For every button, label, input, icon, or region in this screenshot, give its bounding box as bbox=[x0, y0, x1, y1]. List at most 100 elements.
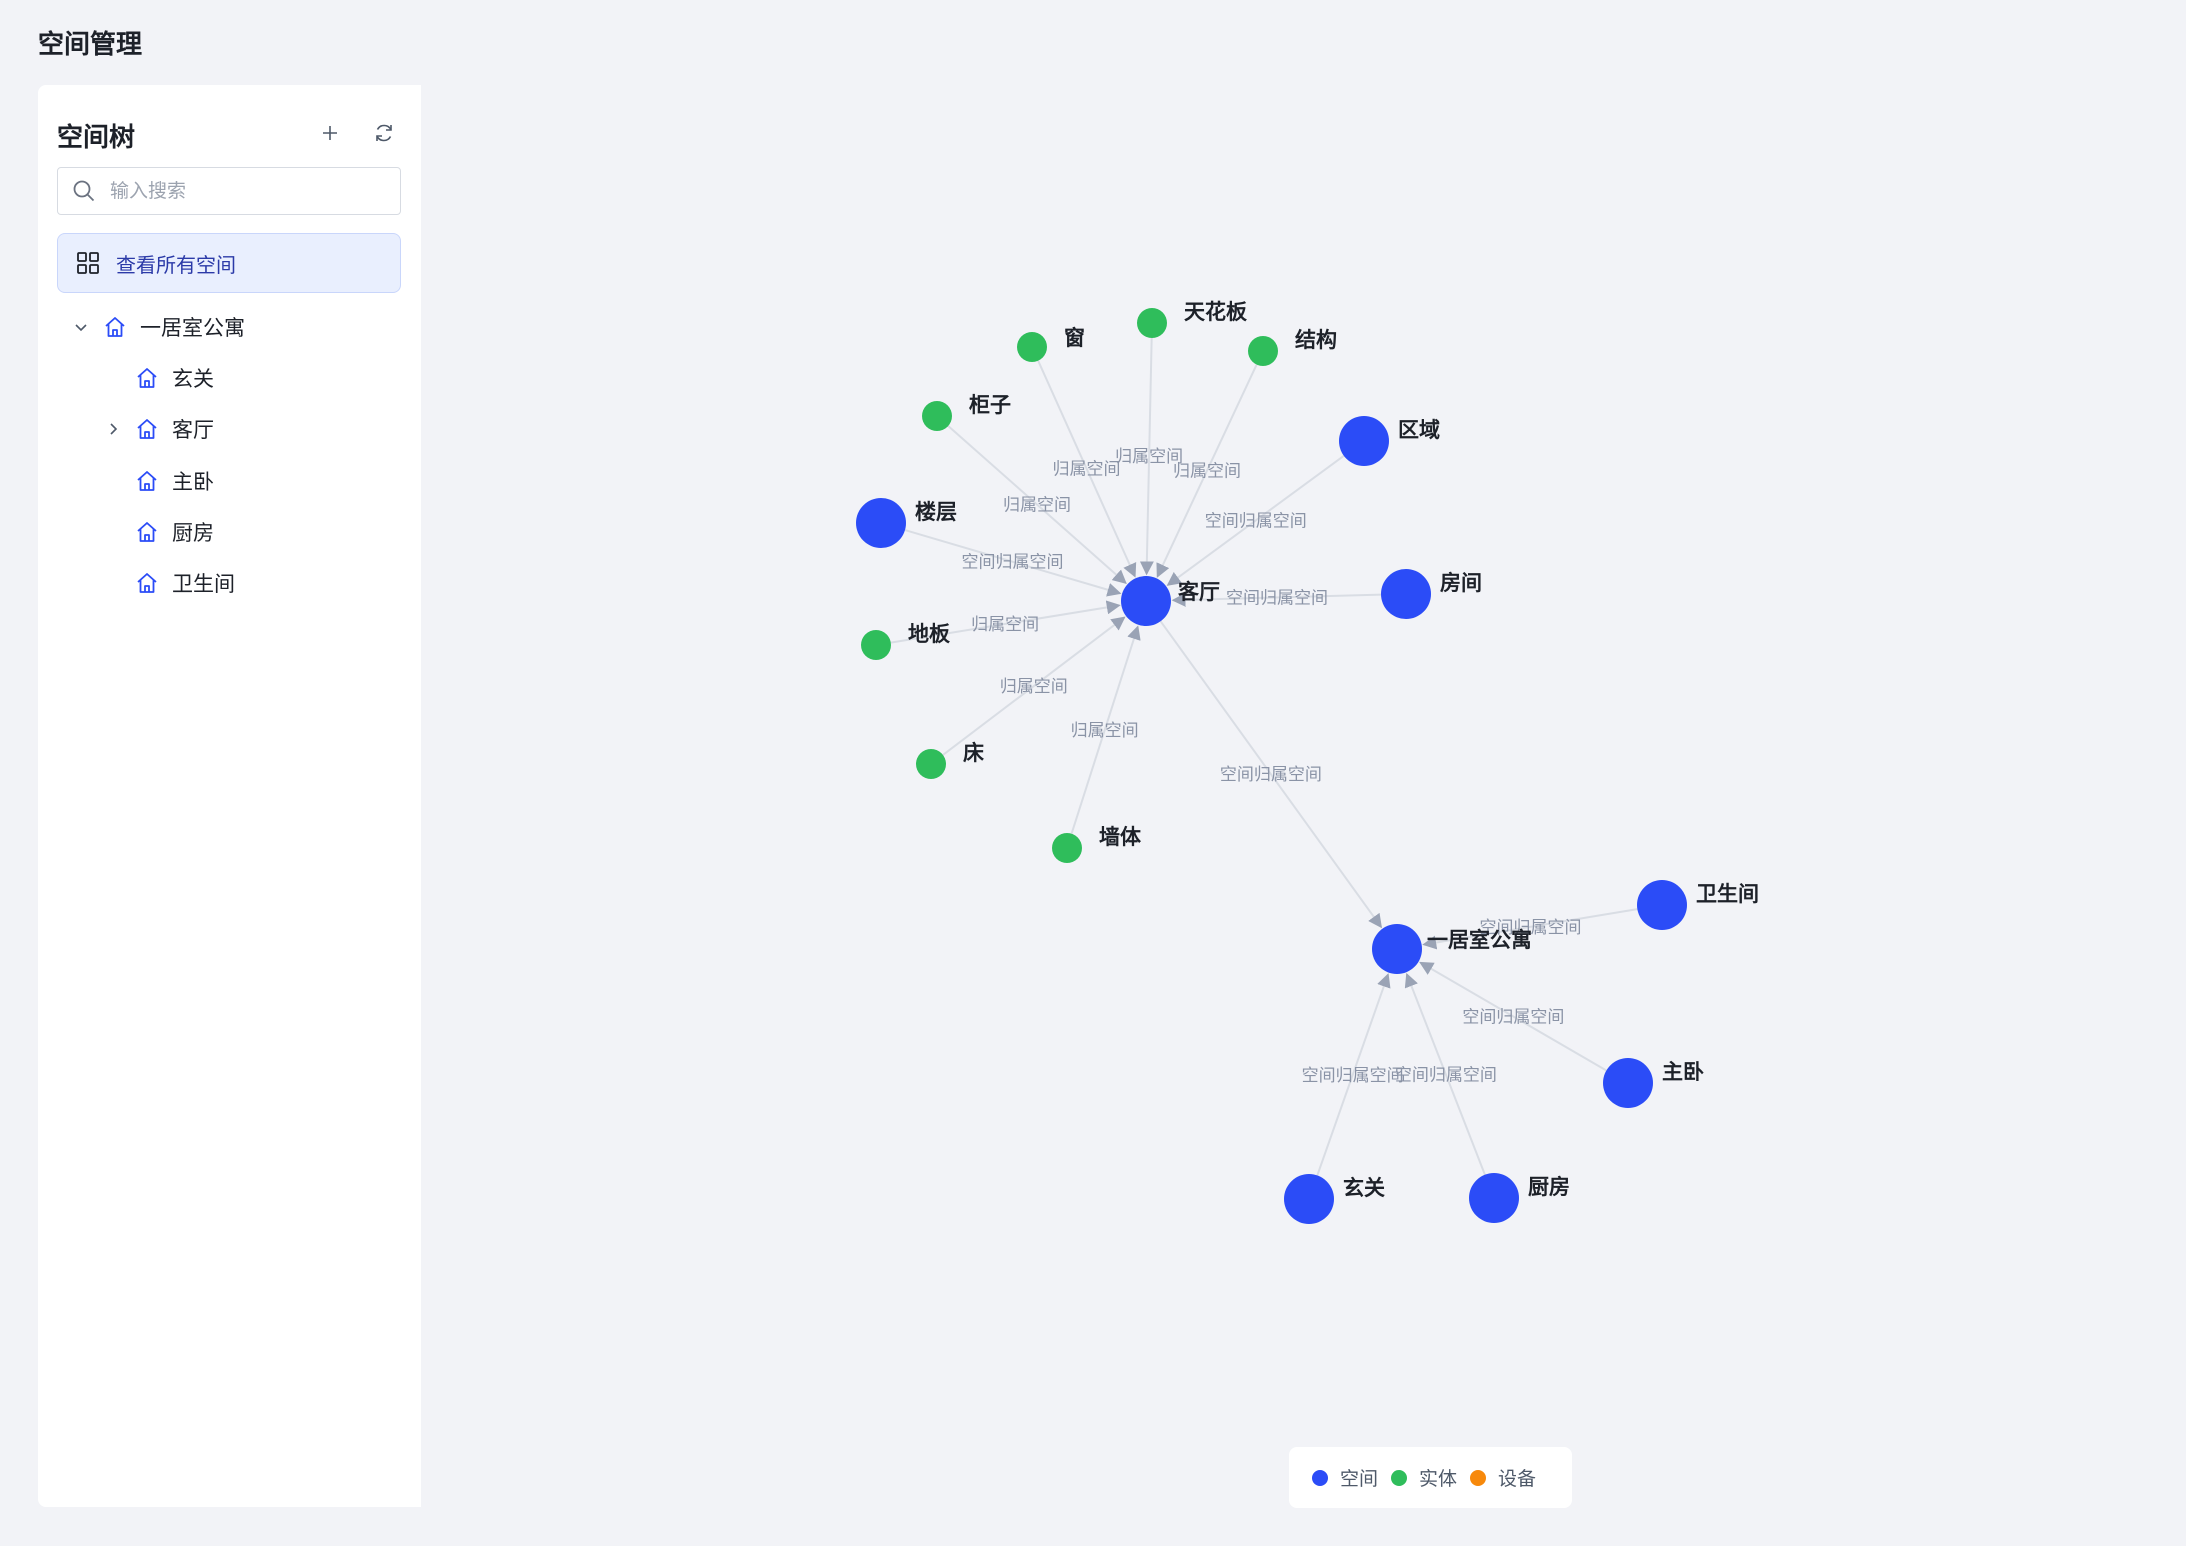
node-circle[interactable] bbox=[1137, 308, 1167, 338]
legend-dot bbox=[1311, 1469, 1328, 1486]
node-circle[interactable] bbox=[916, 749, 946, 779]
tree-node-livingroom[interactable]: 客厅 bbox=[102, 409, 214, 449]
graph-node-room[interactable]: 房间 bbox=[1381, 569, 1482, 619]
node-circle[interactable] bbox=[1469, 1173, 1519, 1223]
grid-icon bbox=[76, 250, 102, 276]
tree-node-bedroom[interactable]: 主卧 bbox=[102, 461, 214, 501]
node-circle[interactable] bbox=[1637, 880, 1687, 930]
home-icon bbox=[134, 365, 160, 391]
node-label: 墙体 bbox=[1099, 825, 1142, 849]
chevron-down-icon[interactable] bbox=[70, 316, 92, 338]
page-title: 空间管理 bbox=[38, 30, 143, 60]
graph-node-kitchen[interactable]: 厨房 bbox=[1469, 1173, 1570, 1223]
node-label: 楼层 bbox=[915, 500, 957, 524]
node-label: 结构 bbox=[1295, 328, 1337, 352]
legend-item-device: 设备 bbox=[1470, 1464, 1536, 1491]
plus-icon bbox=[323, 126, 337, 140]
refresh-icon bbox=[376, 124, 392, 142]
node-label: 玄关 bbox=[1343, 1176, 1385, 1200]
tree-node-label: 客厅 bbox=[172, 418, 214, 442]
graph-node-area[interactable]: 区域 bbox=[1339, 416, 1440, 466]
graph-node-cabinet[interactable]: 柜子 bbox=[922, 393, 1011, 431]
graph-node-apartment[interactable]: 一居室公寓 bbox=[1372, 924, 1532, 974]
edge-label: 归属空间 bbox=[1053, 460, 1121, 480]
home-icon bbox=[102, 314, 128, 340]
tree-node-bathroom[interactable]: 卫生间 bbox=[102, 563, 235, 603]
legend-dot bbox=[1390, 1469, 1407, 1486]
node-label: 柜子 bbox=[969, 393, 1011, 417]
tree-node-label: 卫生间 bbox=[172, 572, 235, 596]
edge-label: 归属空间 bbox=[1173, 462, 1241, 482]
tree-node-label: 主卧 bbox=[172, 470, 214, 494]
home-icon bbox=[134, 570, 160, 596]
tree-node-entrance[interactable]: 玄关 bbox=[102, 358, 214, 398]
node-circle[interactable] bbox=[1603, 1058, 1653, 1108]
view-all-spaces-label: 查看所有空间 bbox=[116, 252, 236, 277]
node-circle[interactable] bbox=[1052, 833, 1082, 863]
home-icon bbox=[134, 416, 160, 442]
search-field[interactable] bbox=[57, 167, 401, 215]
node-label: 房间 bbox=[1440, 571, 1482, 595]
edge-label: 空间归属空间 bbox=[1220, 765, 1322, 785]
node-label: 客厅 bbox=[1178, 580, 1220, 604]
node-circle[interactable] bbox=[1381, 569, 1431, 619]
edge-label: 空间归属空间 bbox=[962, 553, 1064, 573]
graph-node-window[interactable]: 窗 bbox=[1017, 326, 1085, 362]
edge-label: 空间归属空间 bbox=[1226, 588, 1328, 608]
space-graph-canvas[interactable]: 归属空间 归属空间 归属空间 归属空间 空间归属空间 空间归属空间 空间归属空间 归属空间 归属… bbox=[421, 85, 2186, 1546]
node-circle[interactable] bbox=[1248, 336, 1278, 366]
graph-legend: 空间 实体 设备 bbox=[1289, 1447, 1572, 1508]
node-label: 卫生间 bbox=[1696, 882, 1759, 906]
graph-node-wall[interactable]: 墙体 bbox=[1052, 825, 1142, 863]
search-icon bbox=[72, 178, 98, 204]
tree-node-kitchen[interactable]: 厨房 bbox=[102, 512, 214, 552]
edge-label: 空间归属空间 bbox=[1205, 511, 1307, 531]
edge-label: 空间归属空间 bbox=[1462, 1008, 1564, 1028]
tree-node-label: 一居室公寓 bbox=[140, 316, 245, 340]
node-circle[interactable] bbox=[856, 498, 906, 548]
legend-item-entity: 实体 bbox=[1390, 1464, 1457, 1491]
view-all-spaces-button[interactable]: 查看所有空间 bbox=[57, 233, 401, 293]
chevron-right-icon[interactable] bbox=[102, 418, 124, 440]
node-circle[interactable] bbox=[1017, 332, 1047, 362]
node-label: 厨房 bbox=[1528, 1175, 1570, 1199]
home-icon bbox=[134, 468, 160, 494]
graph-node-ceiling[interactable]: 天花板 bbox=[1137, 300, 1248, 338]
node-label: 主卧 bbox=[1662, 1060, 1704, 1084]
refresh-button[interactable] bbox=[366, 115, 402, 151]
edge-label: 空间归属空间 bbox=[1395, 1065, 1497, 1085]
edge-label: 归属空间 bbox=[1071, 721, 1139, 741]
node-label: 地板 bbox=[908, 622, 951, 646]
graph-node-bedroom[interactable]: 主卧 bbox=[1603, 1058, 1704, 1108]
space-tree-panel: 空间树 输入搜索 查看所有空间 一居室公寓 玄关 客厅 主卧 厨房 卫生间 bbox=[38, 85, 421, 1507]
node-circle[interactable] bbox=[1339, 416, 1389, 466]
space-tree-title: 空间树 bbox=[57, 123, 136, 153]
edge-label: 空间归属空间 bbox=[1302, 1066, 1404, 1086]
graph-node-bed[interactable]: 床 bbox=[916, 741, 984, 779]
legend-dot bbox=[1470, 1469, 1486, 1486]
node-circle[interactable] bbox=[1121, 576, 1171, 626]
node-circle[interactable] bbox=[1284, 1174, 1334, 1224]
node-circle[interactable] bbox=[861, 630, 891, 660]
tree-node-label: 玄关 bbox=[172, 367, 214, 391]
tree-node-label: 厨房 bbox=[172, 521, 214, 545]
node-label: 一居室公寓 bbox=[1427, 928, 1532, 952]
graph-node-entrance[interactable]: 玄关 bbox=[1284, 1174, 1385, 1224]
node-label: 天花板 bbox=[1184, 300, 1248, 324]
graph-node-bathroom[interactable]: 卫生间 bbox=[1637, 880, 1759, 930]
edge-label: 归属空间 bbox=[971, 615, 1039, 635]
space-graph[interactable]: 归属空间归属空间归属空间归属空间空间归属空间空间归属空间空间归属空间归属空间归属… bbox=[421, 85, 2186, 1546]
edge-label: 归属空间 bbox=[1003, 496, 1071, 516]
node-circle[interactable] bbox=[922, 401, 952, 431]
node-circle[interactable] bbox=[1372, 924, 1422, 974]
search-input[interactable] bbox=[108, 179, 382, 203]
node-label: 窗 bbox=[1064, 326, 1085, 350]
home-icon bbox=[134, 519, 160, 545]
node-label: 区域 bbox=[1398, 418, 1440, 442]
edge-label: 归属空间 bbox=[1000, 677, 1068, 697]
add-space-button[interactable] bbox=[312, 115, 348, 151]
node-label: 床 bbox=[963, 741, 984, 765]
tree-node-apartment[interactable]: 一居室公寓 bbox=[70, 307, 245, 347]
space-tree-header: 空间树 bbox=[57, 109, 402, 157]
graph-node-structure[interactable]: 结构 bbox=[1248, 328, 1337, 366]
